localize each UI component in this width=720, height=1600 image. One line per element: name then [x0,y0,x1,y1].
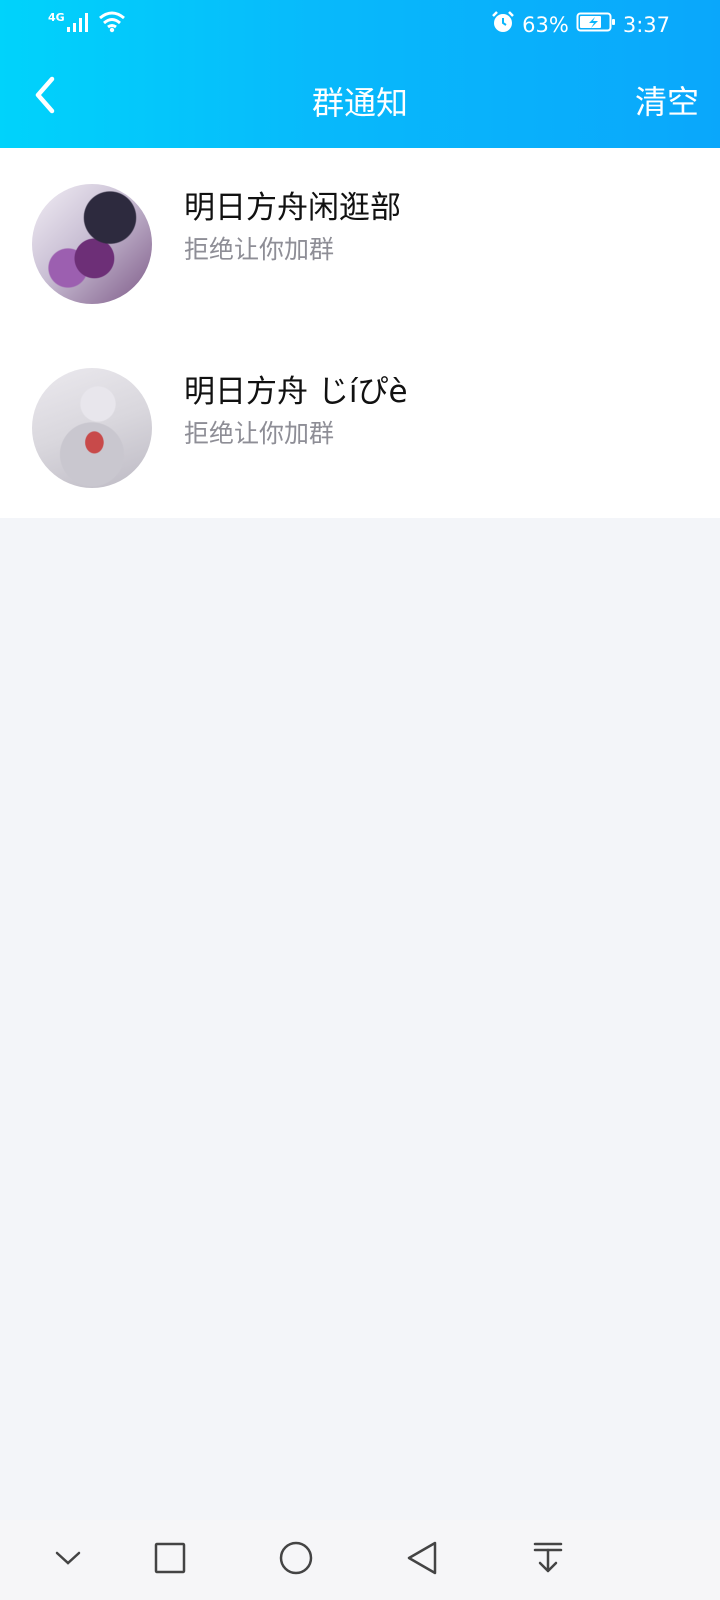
notification-list: 明日方舟闲逛部 拒绝让你加群 明日方舟 じíぴè 拒绝让你加群 [0,148,720,518]
clear-button[interactable]: 清空 [635,77,699,123]
status-bar: 4G 63% 3:37 [0,0,720,48]
clock: 3:37 [622,12,670,37]
group-avatar[interactable] [32,368,152,488]
square-icon [154,1542,186,1578]
triangle-back-icon [405,1540,439,1580]
page-title: 群通知 [311,84,408,122]
pull-down-icon [532,1541,564,1579]
circle-icon [278,1540,314,1580]
title-bar: 群通知 清空 [0,48,720,148]
wifi-icon [98,11,125,37]
notification-pull-button[interactable] [526,1538,570,1582]
header-bar: 4G 63% 3:37 群通知 清空 [0,0,720,148]
alarm-icon [491,10,515,39]
notification-item[interactable]: 明日方舟闲逛部 拒绝让你加群 [0,148,720,332]
battery-percent: 63% [522,12,569,37]
request-status: 拒绝让你加群 [184,235,335,264]
group-name: 明日方舟 じíぴè [184,374,408,410]
back-nav-button[interactable] [400,1538,444,1582]
network-type-label: 4G [48,11,65,24]
group-avatar[interactable] [32,184,152,304]
battery-charging-icon [576,11,616,38]
home-button[interactable] [274,1538,318,1582]
notification-item[interactable]: 明日方舟 じíぴè 拒绝让你加群 [0,332,720,516]
request-status: 拒绝让你加群 [184,419,335,448]
group-name: 明日方舟闲逛部 [184,190,401,226]
signal-icon [65,11,91,37]
chevron-down-icon [53,1548,83,1572]
recents-button[interactable] [148,1538,192,1582]
system-nav-bar [0,1520,720,1600]
collapse-nav-button[interactable] [46,1538,90,1582]
